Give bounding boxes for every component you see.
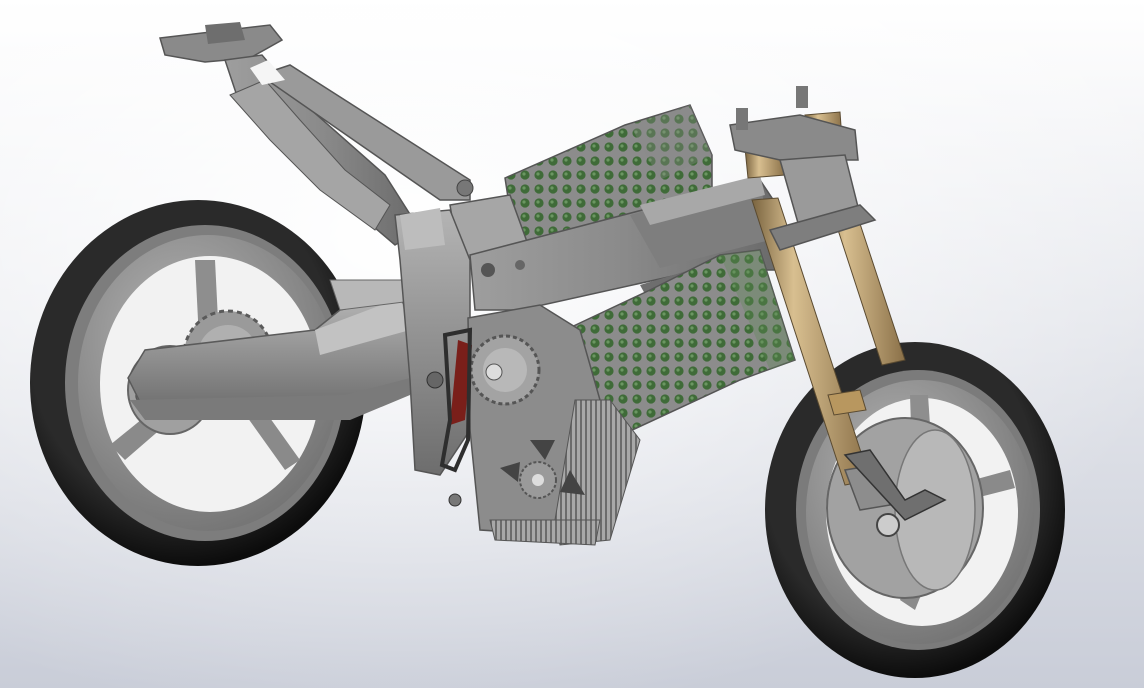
electric-motorcycle-cad-model-icon[interactable] [0,0,1144,688]
cad-viewport[interactable] [0,0,1144,688]
